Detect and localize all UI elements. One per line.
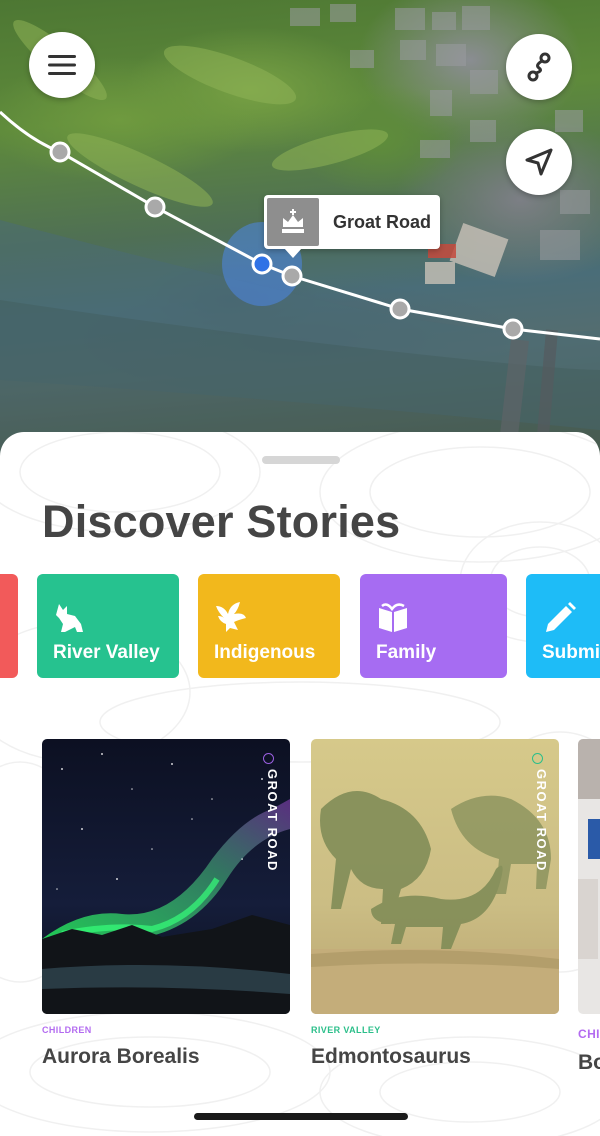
story-card-edmontosaurus[interactable]: GROAT ROAD RIVER VALLEY Edmontosaurus — [311, 739, 559, 1069]
story-title: Edmontosaurus — [311, 1045, 471, 1068]
locate-me-button[interactable] — [506, 129, 572, 195]
story-title: Bo — [578, 1051, 600, 1074]
category-indigenous[interactable]: Indigenous — [198, 574, 340, 678]
story-image-partial — [578, 739, 600, 1014]
hamburger-menu-icon — [48, 55, 76, 75]
story-category: RIVER VALLEY — [311, 1025, 381, 1035]
story-location: GROAT ROAD — [265, 769, 280, 872]
category-label: Submit — [542, 642, 600, 663]
story-title: Aurora Borealis — [42, 1045, 200, 1068]
category-label: Indigenous — [214, 642, 316, 663]
category-submit[interactable]: Submit — [526, 574, 600, 678]
sheet-title: Discover Stories — [42, 496, 401, 547]
story-card-aurora[interactable]: GROAT ROAD CHILDREN Aurora Borealis — [42, 739, 290, 1069]
story-marker-icon — [263, 753, 274, 764]
home-indicator — [194, 1113, 408, 1120]
coyote-icon — [56, 604, 83, 632]
story-image-edmontosaurus: GROAT ROAD — [311, 739, 559, 1014]
story-category: CHILDREN — [42, 1025, 92, 1035]
story-category: CHI — [578, 1027, 600, 1041]
category-label: Family — [376, 642, 437, 663]
category-row[interactable]: River Valley Indigenous Family Submit — [0, 574, 600, 678]
category-family[interactable]: Family — [360, 574, 507, 678]
poi-label: Groat Road — [333, 211, 432, 232]
map-view[interactable]: Groat Road — [0, 0, 600, 470]
category-label: River Valley — [53, 642, 160, 663]
story-location: GROAT ROAD — [534, 769, 549, 872]
category-card-partial[interactable] — [0, 574, 18, 678]
pencil-icon — [546, 602, 576, 632]
book-icon — [379, 603, 407, 632]
eagle-icon — [216, 602, 246, 632]
poi-callout[interactable]: Groat Road — [264, 195, 440, 258]
discover-sheet[interactable]: Discover Stories River Valley Indigenous… — [0, 432, 600, 1136]
menu-button[interactable] — [29, 32, 95, 98]
route-button[interactable] — [506, 34, 572, 100]
story-card-partial[interactable]: CHI Bo — [578, 739, 600, 1075]
story-image-aurora: GROAT ROAD — [42, 739, 290, 1014]
sheet-grabber[interactable] — [262, 456, 340, 464]
crown-landmark-icon — [267, 198, 319, 246]
story-marker-icon — [532, 753, 543, 764]
route-icon — [527, 52, 551, 82]
navigation-arrow-icon — [525, 148, 553, 176]
category-river-valley[interactable]: River Valley — [37, 574, 179, 678]
